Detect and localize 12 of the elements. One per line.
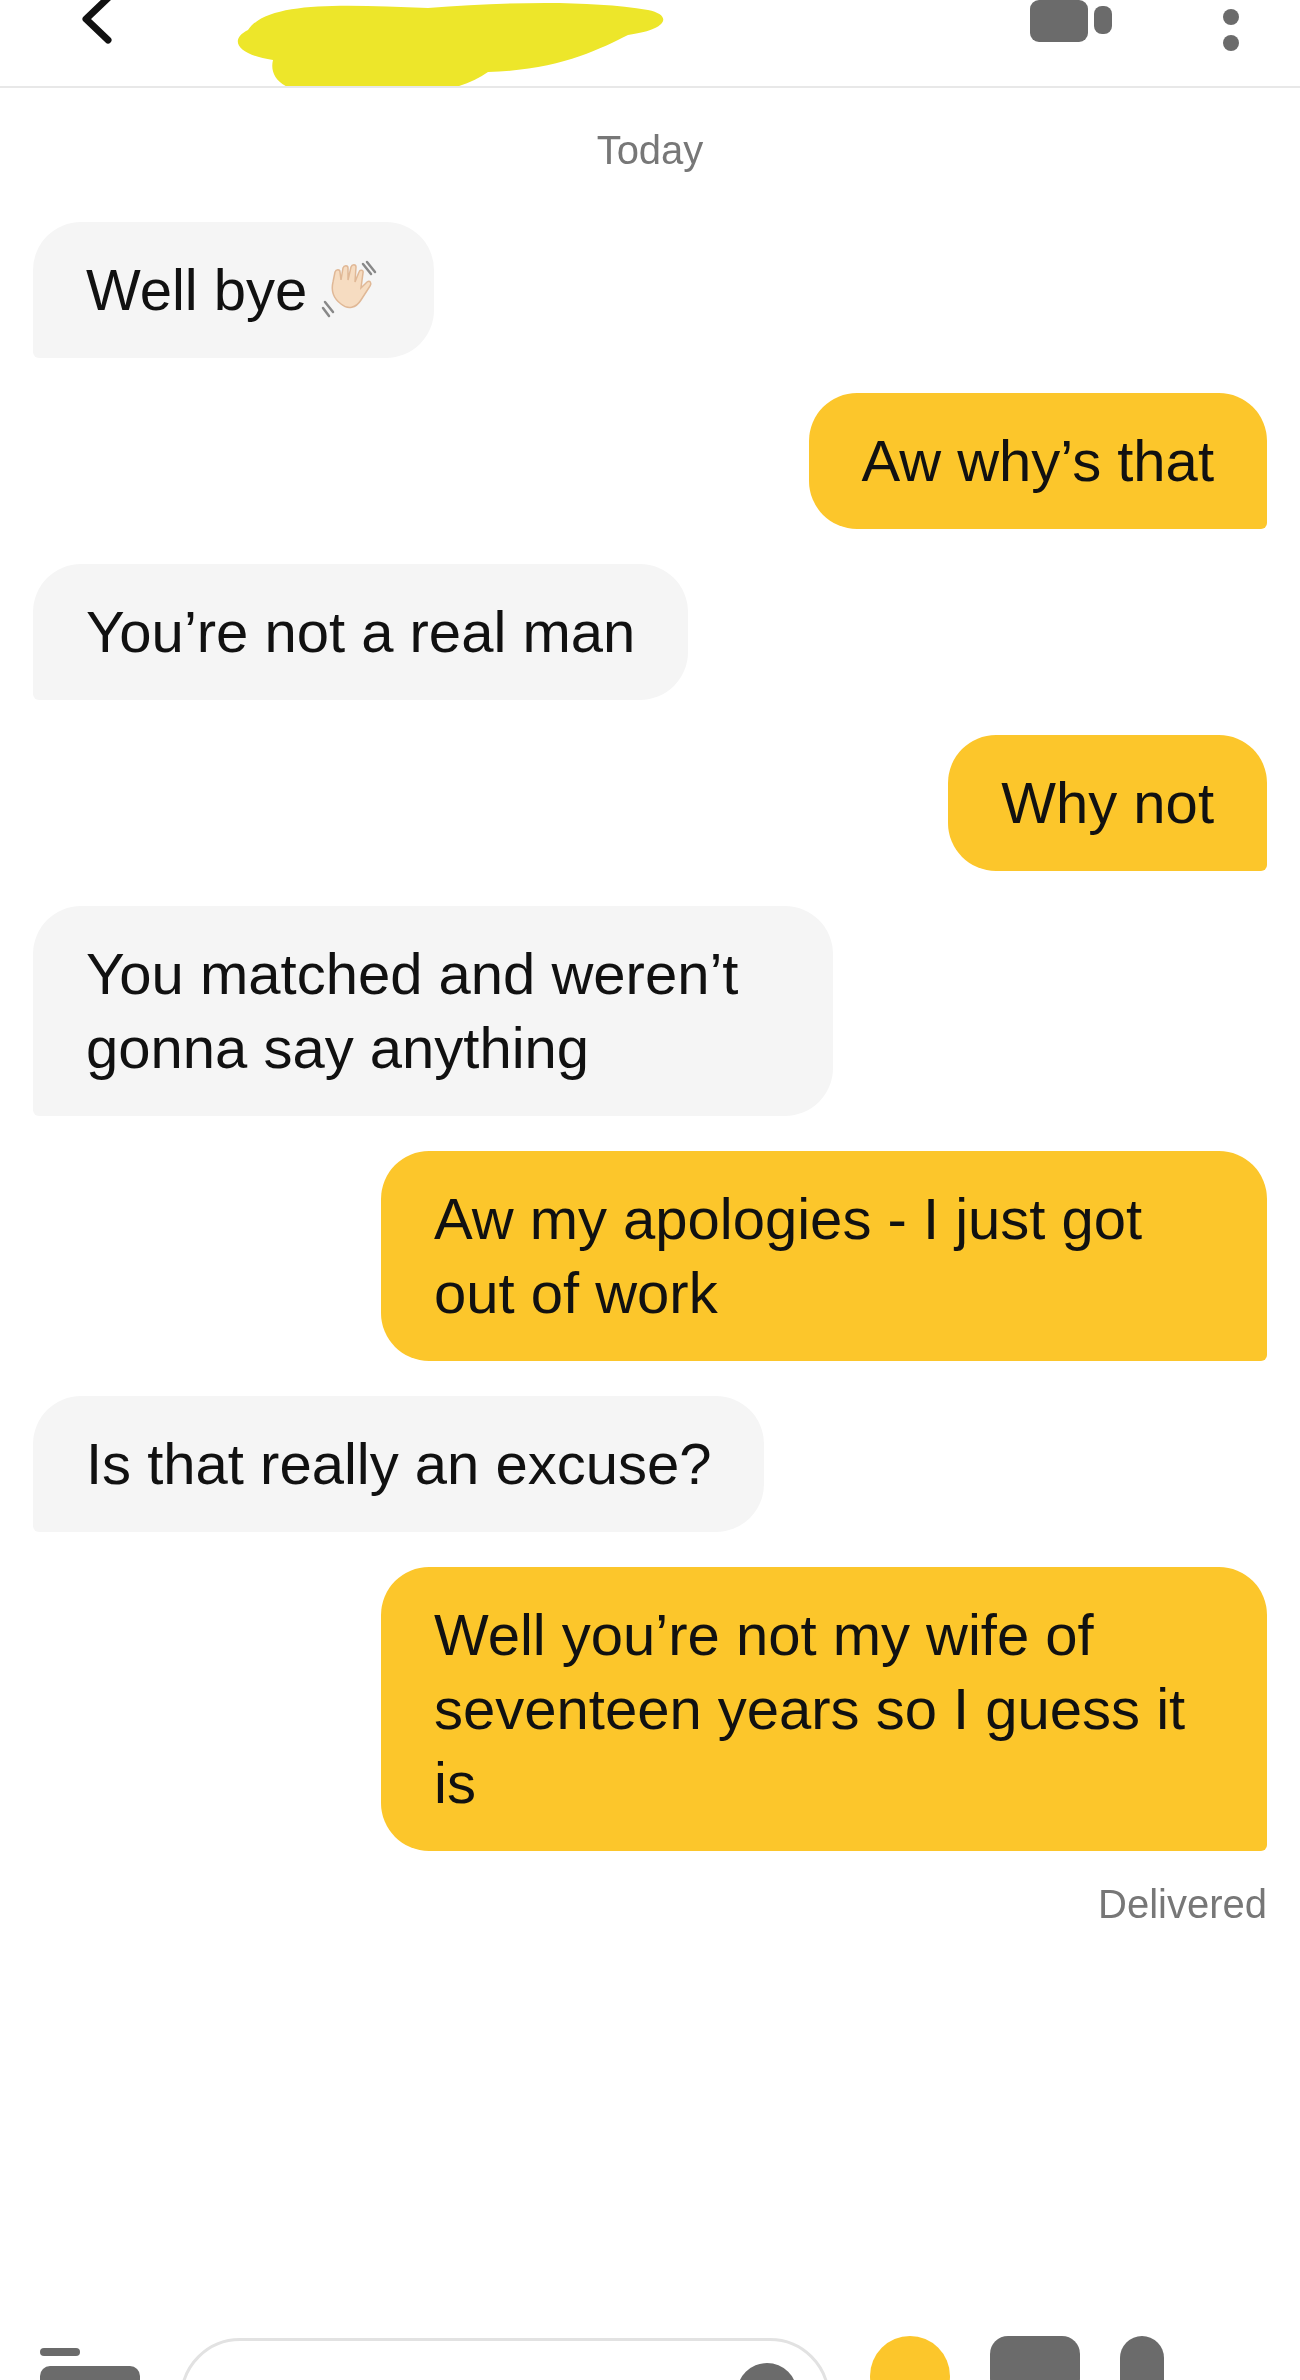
message-bubble: Well you’re not my wife of seventeen years so I guess it is bbox=[381, 1567, 1267, 1851]
delivery-status: Delivered bbox=[1098, 1882, 1267, 1927]
video-camera-icon[interactable] bbox=[1030, 0, 1112, 42]
message-bubble: Aw my apologies - I just got out of work bbox=[381, 1151, 1267, 1361]
date-label: Today bbox=[596, 128, 704, 173]
message-bubble: Well bye bbox=[33, 222, 435, 358]
message-bubble: You’re not a real man bbox=[33, 564, 689, 700]
message-bubble: Aw why’s that bbox=[808, 393, 1267, 529]
more-options-icon[interactable] bbox=[1222, 8, 1240, 52]
message-bubble: Is that really an excuse? bbox=[33, 1396, 765, 1532]
message-bubble: You matched and weren’t gonna say anything bbox=[33, 906, 833, 1116]
message-bubble: Why not bbox=[948, 735, 1267, 871]
